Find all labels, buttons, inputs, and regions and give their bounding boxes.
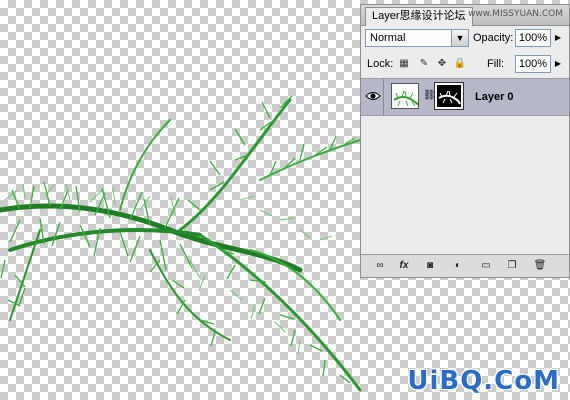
- new-layer-icon[interactable]: ❐: [505, 259, 519, 273]
- tab-watermark-url: www.MISSYUAN.COM: [468, 9, 563, 19]
- panel-bottom-toolbar: ∞ fx ◙ ◐ ▭ ❐ 🗑: [361, 254, 569, 277]
- lock-all-icon[interactable]: 🔒: [453, 57, 467, 71]
- layers-list-empty-area[interactable]: [361, 116, 569, 254]
- blend-opacity-row: Normal ▼ Opacity: 100% ▶: [365, 29, 565, 49]
- opacity-arrow-icon[interactable]: ▶: [554, 29, 562, 47]
- layer-name[interactable]: Layer 0: [475, 91, 514, 103]
- chevron-down-icon[interactable]: ▼: [451, 30, 468, 46]
- fx-icon[interactable]: fx: [397, 259, 411, 273]
- blend-mode-value: Normal: [370, 32, 406, 44]
- dill-plant-image: [0, 95, 362, 392]
- lock-position-icon[interactable]: ✥: [435, 57, 449, 71]
- blend-mode-select[interactable]: Normal ▼: [365, 29, 469, 47]
- lock-label: Lock:: [367, 58, 394, 70]
- tab-layers-label: Layer: [372, 10, 400, 22]
- trash-icon[interactable]: 🗑: [533, 259, 547, 273]
- opacity-field[interactable]: 100%: [515, 29, 551, 47]
- lock-image-icon[interactable]: ✎: [417, 57, 431, 71]
- panel-tab-bar: Layer思缘设计论坛 www.MISSYUAN.COM: [361, 5, 569, 26]
- mask-shape: [438, 90, 461, 105]
- site-watermark: UiBQ.CoM: [407, 366, 560, 396]
- layer-thumbnail[interactable]: [391, 83, 419, 109]
- fill-arrow-icon[interactable]: ▶: [554, 55, 562, 73]
- add-mask-icon[interactable]: ◙: [423, 259, 437, 273]
- folder-icon[interactable]: ▭: [479, 259, 493, 273]
- layer-mask-thumbnail[interactable]: [434, 82, 464, 110]
- tab-layers[interactable]: Layer思缘设计论坛: [365, 7, 473, 26]
- chain-link-icon[interactable]: ⛓: [423, 90, 436, 101]
- layer-row[interactable]: ⛓ Layer 0: [361, 79, 569, 116]
- link-icon[interactable]: ∞: [373, 259, 387, 273]
- eye-icon[interactable]: [365, 89, 381, 103]
- fill-field[interactable]: 100%: [515, 55, 551, 73]
- lock-transparency-icon[interactable]: ▦: [397, 57, 411, 71]
- layer-thumbnail-plant: [393, 90, 418, 107]
- fill-label: Fill:: [487, 58, 505, 70]
- lock-fill-row: Lock: ▦ ✎ ✥ 🔒 Fill: 100% ▶: [365, 55, 565, 75]
- adjustment-layer-icon[interactable]: ◐: [451, 259, 465, 273]
- visibility-divider: [383, 79, 384, 115]
- tab-watermark-cn: 思缘设计论坛: [399, 10, 466, 22]
- opacity-label: Opacity:: [473, 32, 514, 44]
- layers-panel: Layer思缘设计论坛 www.MISSYUAN.COM Normal ▼ Op…: [360, 4, 570, 278]
